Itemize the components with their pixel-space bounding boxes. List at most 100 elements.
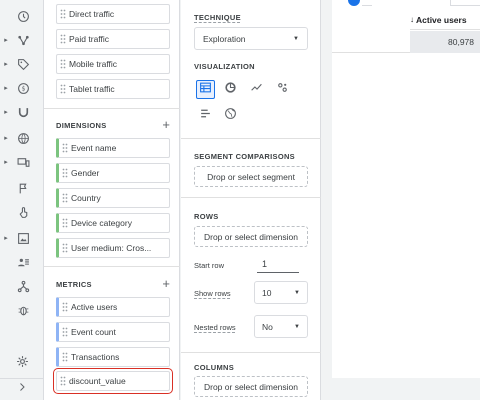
line-chart-icon — [250, 81, 263, 99]
technique-value: Exploration — [203, 33, 246, 44]
drag-handle-icon — [57, 30, 69, 48]
expand-nav-button[interactable] — [0, 380, 44, 398]
devices-icon — [12, 153, 34, 171]
dimension-chip-device-category[interactable]: Device category — [56, 213, 170, 233]
flag-icon — [12, 179, 34, 197]
tab-indicator[interactable] — [346, 0, 362, 8]
bar-chart-icon — [199, 107, 212, 125]
show-rows-label: Show rows — [194, 289, 231, 298]
dropdown-arrow-icon: ▼ — [294, 289, 300, 296]
chip-label: Country — [71, 193, 101, 203]
drag-handle-icon — [57, 80, 69, 98]
segment-chip-mobile[interactable]: Mobile traffic — [56, 54, 170, 74]
tag-icon — [12, 55, 34, 73]
chip-label: User medium: Cros... — [71, 243, 152, 253]
metric-chip-event-count[interactable]: Event count — [56, 322, 170, 342]
section-divider — [44, 108, 180, 109]
table-icon — [199, 81, 212, 99]
segment-chip-tablet[interactable]: Tablet traffic — [56, 79, 170, 99]
rail-item-tags[interactable]: ▸ — [0, 54, 44, 74]
rail-item-tech[interactable]: ▸ — [0, 152, 44, 172]
segment-drop-zone[interactable]: Drop or select segment — [194, 166, 308, 187]
drag-handle-icon — [59, 164, 71, 182]
start-row-label: Start row — [194, 261, 225, 270]
technique-select[interactable]: Exploration ▼ — [194, 27, 308, 50]
rail-item-lifecycle[interactable]: ▸ — [0, 30, 44, 50]
viz-donut-button[interactable] — [221, 80, 240, 99]
rail-item-reports[interactable]: ▸ — [0, 228, 44, 248]
drag-handle-icon — [57, 55, 69, 73]
column-header-active-users[interactable]: ↓ Active users — [410, 10, 480, 30]
rail-item-audiences[interactable] — [0, 252, 44, 272]
svg-text:$: $ — [21, 85, 25, 92]
add-metric-button[interactable]: + — [162, 277, 170, 290]
table-row: 80,978 — [332, 31, 480, 53]
chip-label: Direct traffic — [69, 9, 115, 19]
dimension-chip-gender[interactable]: Gender — [56, 163, 170, 183]
variables-panel: Direct traffic Paid traffic Mobile traff… — [44, 0, 180, 400]
technique-label: TECHNIQUE — [194, 13, 241, 22]
viz-line-button[interactable] — [247, 80, 266, 99]
settings-button[interactable] — [0, 354, 44, 374]
dollar-icon: $ — [12, 79, 34, 97]
clock-icon — [12, 7, 34, 25]
segment-chip-paid[interactable]: Paid traffic — [56, 29, 170, 49]
rail-item-retention[interactable]: ▸ — [0, 102, 44, 122]
rail-item-monetization[interactable]: ▸ $ — [0, 78, 44, 98]
nested-rows-select[interactable]: No ▼ — [254, 315, 308, 338]
metrics-title: METRICS — [56, 279, 92, 289]
dimensions-header: DIMENSIONS + — [56, 118, 170, 131]
chip-label: Event count — [71, 327, 116, 337]
table-cell-total: 80,978 — [410, 31, 480, 53]
rail-item-debug[interactable] — [0, 300, 44, 320]
chip-label: Mobile traffic — [69, 59, 118, 69]
viz-scatter-button[interactable] — [273, 80, 292, 99]
dimension-chip-event-name[interactable]: Event name — [56, 138, 170, 158]
chip-label: discount_value — [69, 376, 126, 386]
explore-page: ▸ ▸ ▸ $ ▸ ▸ ▸ ▸ Direct traffic Paid traf… — [0, 0, 480, 400]
viz-table-button[interactable] — [196, 80, 215, 99]
drag-handle-icon — [59, 139, 71, 157]
chip-label: Transactions — [71, 352, 120, 362]
metric-chip-active-users[interactable]: Active users — [56, 297, 170, 317]
drag-handle-icon — [59, 348, 71, 366]
left-nav-rail: ▸ ▸ ▸ $ ▸ ▸ ▸ ▸ — [0, 0, 44, 400]
rail-item-engagement[interactable] — [0, 202, 44, 222]
section-divider — [44, 266, 180, 267]
metric-chip-transactions[interactable]: Transactions — [56, 347, 170, 367]
dimensions-title: DIMENSIONS — [56, 120, 107, 130]
metric-chip-discount-value[interactable]: discount_value — [53, 368, 173, 394]
columns-drop-zone[interactable]: Drop or select dimension — [194, 376, 308, 397]
show-rows-value: 10 — [262, 287, 272, 298]
people-icon — [12, 253, 34, 271]
segment-comparisons-label: SEGMENT COMPARISONS — [194, 152, 295, 161]
chip-label: Active users — [71, 302, 118, 312]
sort-arrow-icon: ↓ — [410, 15, 414, 24]
tab-border — [450, 0, 480, 6]
chip-label: Device category — [71, 218, 132, 228]
section-divider — [181, 197, 321, 198]
start-row-input[interactable]: 1 — [257, 255, 299, 273]
section-divider — [181, 138, 321, 139]
viz-geo-button[interactable] — [221, 106, 240, 125]
dimension-chip-user-medium[interactable]: User medium: Cros... — [56, 238, 170, 258]
drag-handle-icon — [57, 5, 69, 23]
magnet-icon — [12, 103, 34, 121]
show-rows-select[interactable]: 10 ▼ — [254, 281, 308, 304]
drag-handle-icon — [59, 323, 71, 341]
drag-handle-icon — [57, 372, 69, 390]
rail-item-time[interactable] — [0, 6, 44, 26]
touch-icon — [12, 203, 34, 221]
chip-label: Gender — [71, 168, 100, 178]
rail-item-funnel[interactable] — [0, 276, 44, 296]
drag-handle-icon — [59, 214, 71, 232]
dimension-chip-country[interactable]: Country — [56, 188, 170, 208]
viz-bar-button[interactable] — [196, 106, 215, 125]
column-header-label: Active users — [416, 14, 467, 25]
add-dimension-button[interactable]: + — [162, 118, 170, 131]
rail-item-events[interactable] — [0, 178, 44, 198]
rows-drop-zone[interactable]: Drop or select dimension — [194, 226, 308, 247]
segment-chip-direct[interactable]: Direct traffic — [56, 4, 170, 24]
dropdown-arrow-icon: ▼ — [294, 323, 300, 330]
rail-item-demographics[interactable]: ▸ — [0, 128, 44, 148]
